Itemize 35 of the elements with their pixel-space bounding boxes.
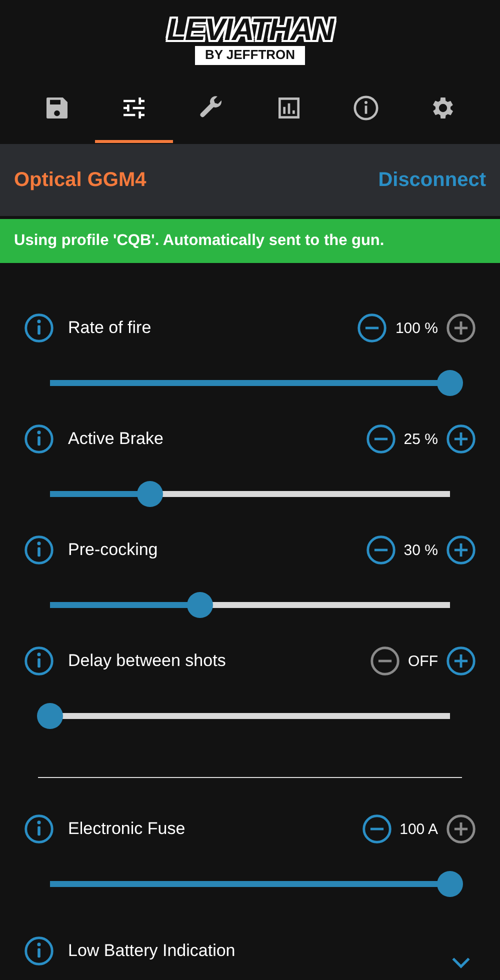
slider-thumb[interactable] xyxy=(437,370,463,396)
minus-button[interactable] xyxy=(357,313,388,343)
setting-label: Low Battery Indication xyxy=(68,941,236,961)
status-message: Using profile 'CQB'. Automatically sent to the gun. xyxy=(14,232,384,250)
plus-button[interactable] xyxy=(446,424,476,454)
setting-label: Pre-cocking xyxy=(68,540,159,560)
minus-button[interactable] xyxy=(366,424,396,454)
slider-thumb[interactable] xyxy=(137,481,163,507)
slider-thumb[interactable] xyxy=(437,871,463,897)
info-icon[interactable] xyxy=(24,424,54,454)
minus-button[interactable] xyxy=(366,535,396,565)
setting-value: 25 % xyxy=(404,430,438,448)
setting-value: 30 % xyxy=(404,542,438,558)
info-icon[interactable] xyxy=(24,313,54,343)
plus-button[interactable] xyxy=(446,535,476,565)
setting-value: 100 A xyxy=(400,820,438,838)
plus-button[interactable] xyxy=(446,646,476,676)
disconnect-button[interactable]: Disconnect xyxy=(378,168,486,192)
setting-value: OFF xyxy=(408,652,438,670)
info-icon[interactable] xyxy=(24,535,54,565)
minus-button[interactable] xyxy=(362,814,392,844)
setting-value: 100 % xyxy=(395,320,438,336)
slider-thumb[interactable] xyxy=(37,703,63,729)
setting-label: Active Brake xyxy=(68,429,164,449)
info-icon[interactable] xyxy=(24,814,54,844)
info-icon[interactable] xyxy=(24,936,54,966)
logo-subtitle: BY JEFFTRON xyxy=(194,46,306,64)
info-icon xyxy=(352,94,380,122)
setting-label: Electronic Fuse xyxy=(68,819,186,839)
chevron-down-icon[interactable] xyxy=(450,956,472,970)
device-name: Optical GGM4 xyxy=(14,168,146,192)
slider-thumb[interactable] xyxy=(187,592,213,618)
setting-label: Rate of fire xyxy=(68,318,152,338)
info-icon[interactable] xyxy=(24,646,54,676)
setting-label: Delay between shots xyxy=(68,651,227,671)
